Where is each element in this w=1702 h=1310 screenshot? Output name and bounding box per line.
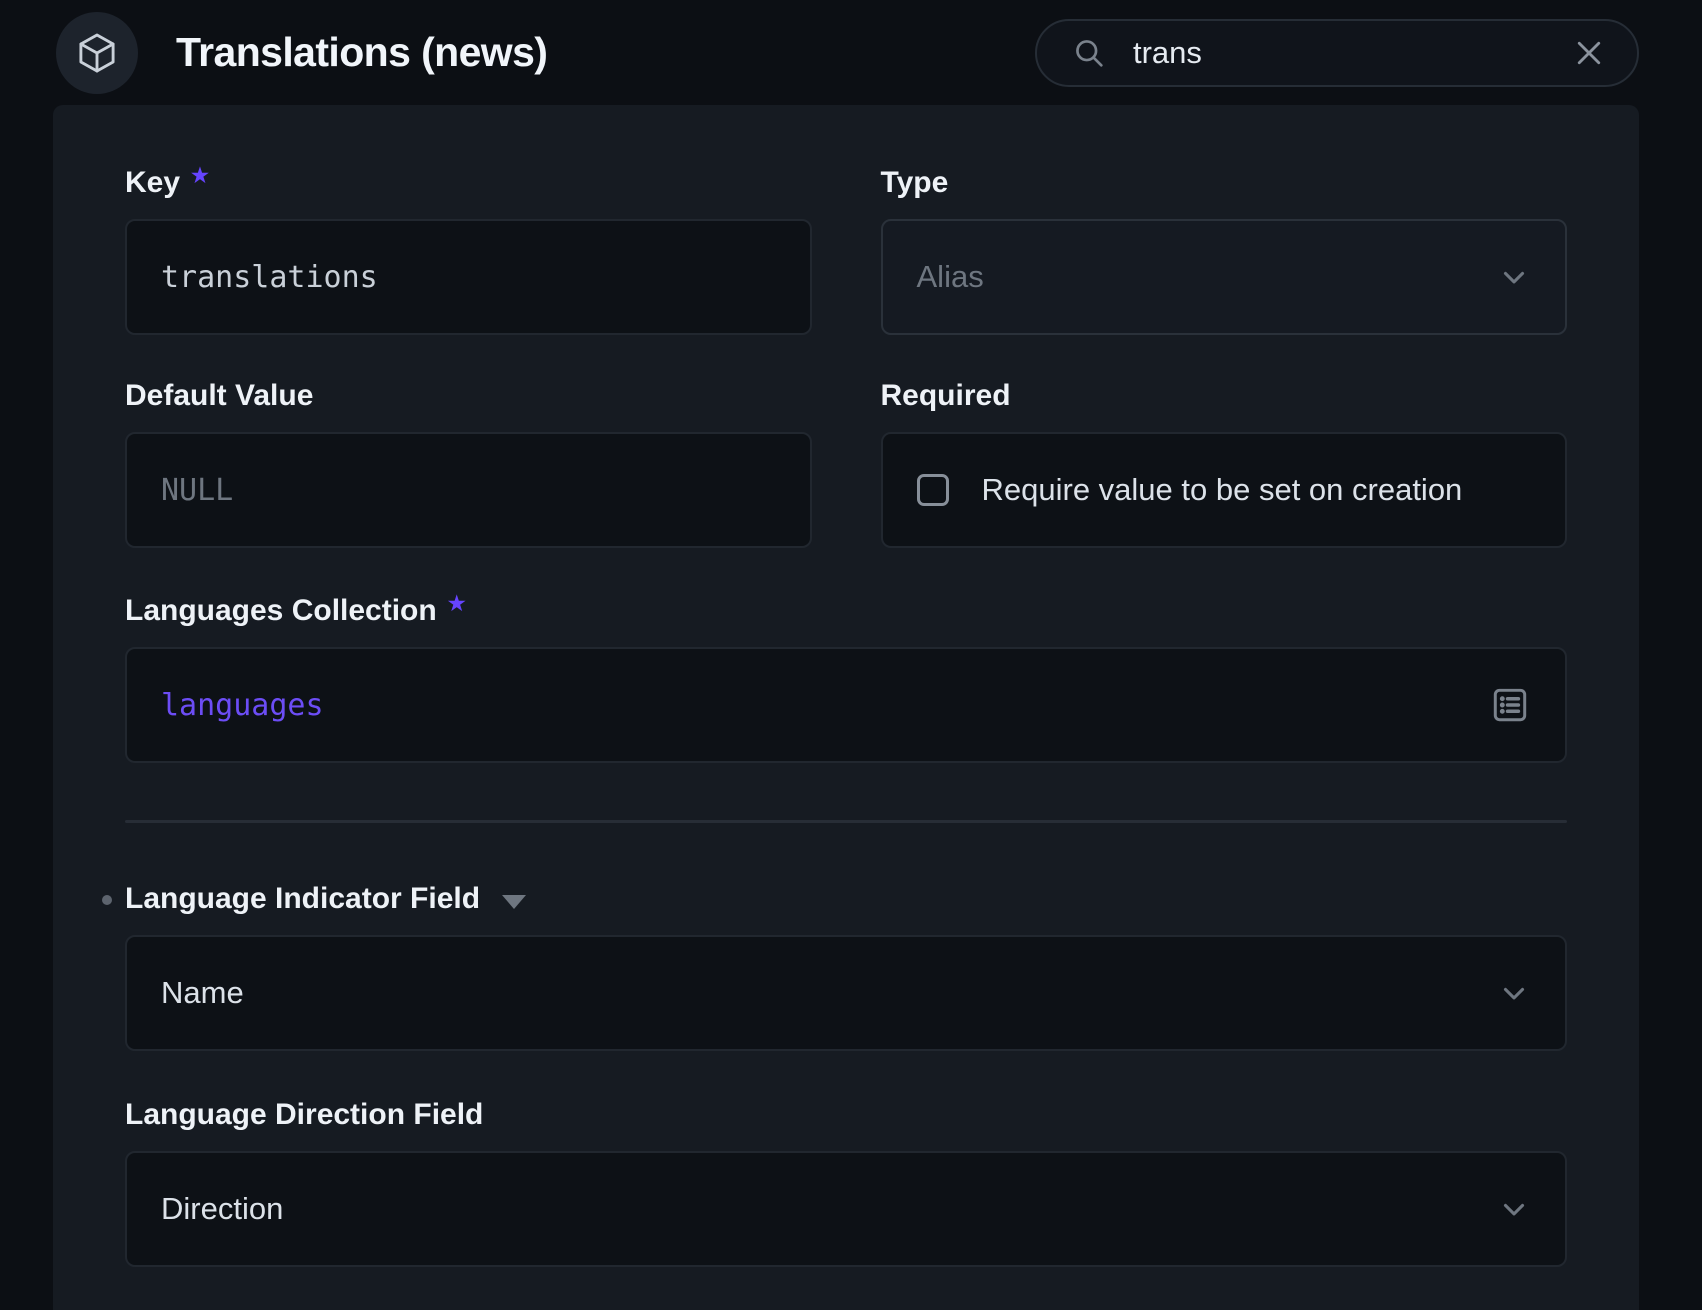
required-field-group: Required Require value to be set on crea…: [881, 378, 1568, 548]
language-indicator-field-group: Language Indicator Field Name: [125, 881, 1567, 1051]
chevron-down-icon: [1497, 1192, 1531, 1226]
key-field-group: Key ★: [125, 165, 812, 335]
required-label: Required: [881, 378, 1568, 414]
language-direction-label: Language Direction Field: [125, 1097, 1567, 1133]
label-menu-arrow-icon[interactable]: [502, 895, 526, 909]
top-bar: Translations (news): [0, 0, 1702, 105]
chevron-down-icon: [1497, 260, 1531, 294]
box-icon: [74, 30, 120, 76]
language-indicator-label[interactable]: Language Indicator Field: [125, 881, 1567, 917]
section-divider: [125, 820, 1567, 823]
language-indicator-value: Name: [161, 975, 244, 1011]
required-star-icon: ★: [448, 586, 466, 622]
list-alt-icon[interactable]: [1489, 684, 1531, 726]
search-icon: [1071, 35, 1107, 71]
default-value-field-group: Default Value: [125, 378, 812, 548]
default-value-input[interactable]: [161, 473, 776, 508]
close-icon[interactable]: [1571, 35, 1607, 71]
edited-dot-icon: [102, 895, 112, 905]
type-label: Type: [881, 165, 1568, 201]
default-value-label: Default Value: [125, 378, 812, 414]
search-box[interactable]: [1035, 19, 1639, 87]
language-direction-value: Direction: [161, 1191, 283, 1227]
key-label: Key ★: [125, 165, 812, 201]
language-direction-select[interactable]: Direction: [125, 1151, 1567, 1267]
languages-collection-label: Languages Collection ★: [125, 593, 1567, 629]
page-title: Translations (news): [176, 29, 547, 76]
type-field-group: Type Alias: [881, 165, 1568, 335]
search-input[interactable]: [1133, 35, 1571, 71]
type-select-value: Alias: [917, 259, 984, 295]
key-input[interactable]: [161, 260, 776, 295]
required-checkbox[interactable]: [917, 474, 949, 506]
languages-collection-value: languages: [161, 688, 324, 723]
required-checkbox-row: Require value to be set on creation: [881, 432, 1568, 548]
required-star-icon: ★: [191, 158, 209, 194]
required-checkbox-label: Require value to be set on creation: [982, 472, 1463, 508]
languages-collection-field-group: Languages Collection ★ languages: [125, 593, 1567, 763]
language-direction-field-group: Language Direction Field Direction: [125, 1097, 1567, 1267]
type-select[interactable]: Alias: [881, 219, 1568, 335]
chevron-down-icon: [1497, 976, 1531, 1010]
language-indicator-select[interactable]: Name: [125, 935, 1567, 1051]
languages-collection-picker[interactable]: languages: [125, 647, 1567, 763]
spacer: [125, 1051, 1567, 1097]
field-settings-panel: Key ★ Type Alias De: [53, 105, 1639, 1310]
module-button[interactable]: [56, 12, 138, 94]
